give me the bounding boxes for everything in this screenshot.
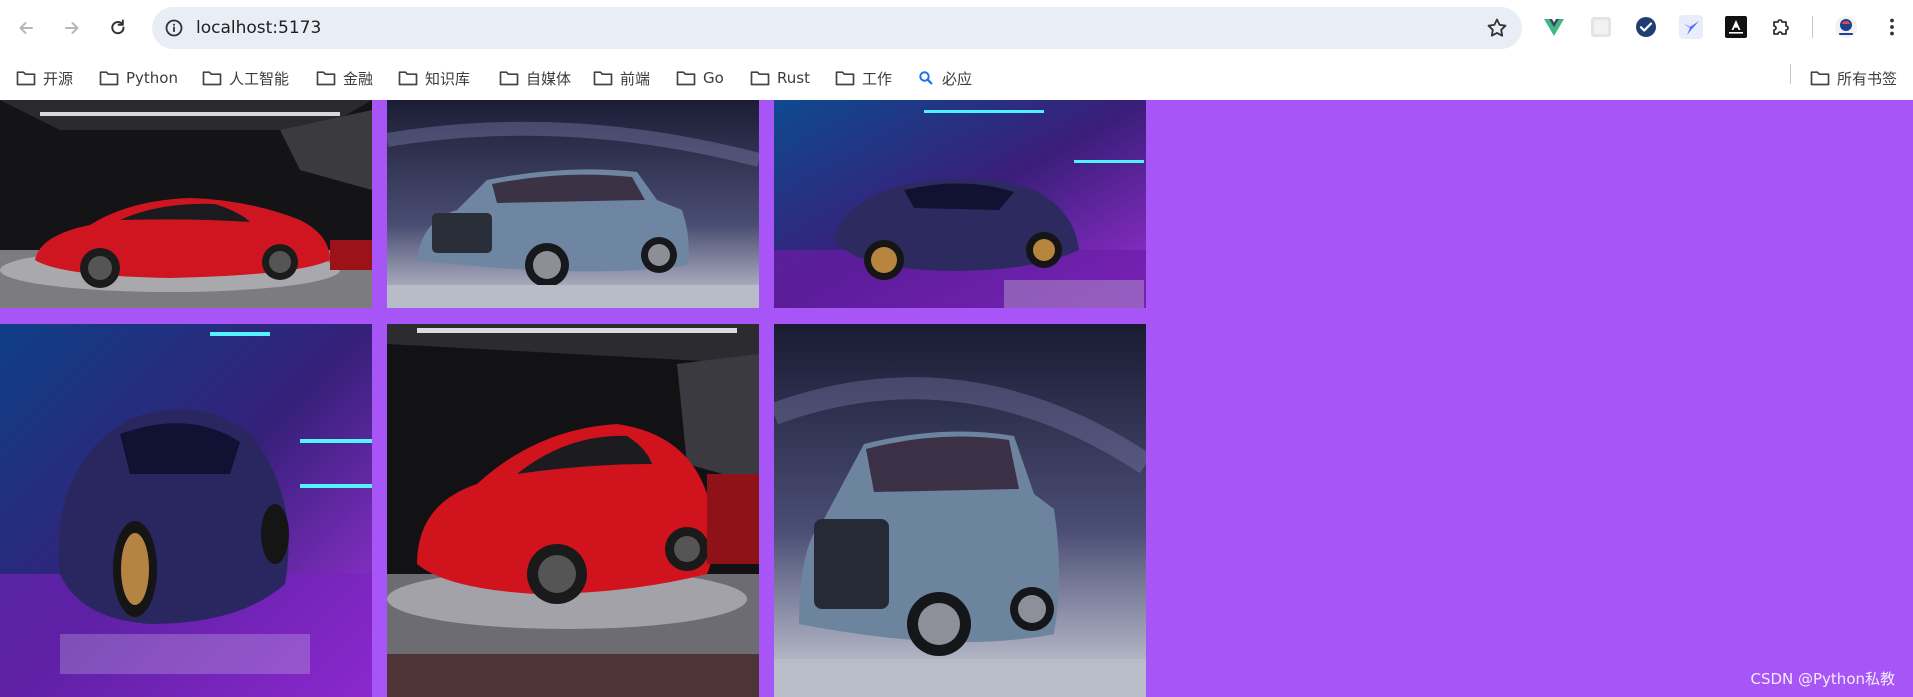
info-icon bbox=[165, 19, 183, 37]
three-dots-icon bbox=[1890, 18, 1894, 36]
folder-icon bbox=[316, 71, 336, 86]
folder-icon bbox=[16, 71, 36, 86]
address-bar[interactable]: localhost:5173 bbox=[152, 7, 1522, 49]
bookmark-label: Go bbox=[703, 69, 724, 87]
bookmarks-divider bbox=[1790, 64, 1791, 84]
bookmark-label: Python bbox=[126, 69, 178, 87]
folder-icon bbox=[202, 71, 222, 86]
puzzle-icon[interactable] bbox=[1769, 15, 1793, 39]
folder-icon bbox=[593, 71, 613, 86]
all-bookmarks-button[interactable]: 所有书签 bbox=[1810, 64, 1897, 92]
folder-icon bbox=[499, 71, 519, 86]
folder-icon bbox=[835, 71, 855, 86]
bookmark-folder[interactable]: 开源 bbox=[16, 64, 73, 92]
gallery-image-purple-hypercar[interactable] bbox=[0, 324, 372, 697]
ajax-extension-icon[interactable] bbox=[1724, 15, 1748, 39]
bookmark-folder[interactable]: 知识库 bbox=[398, 64, 470, 92]
gallery-image-blue-suv[interactable] bbox=[387, 100, 759, 308]
search-icon bbox=[919, 71, 933, 85]
browser-toolbar: localhost:5173 bbox=[0, 0, 1913, 56]
bookmark-star-button[interactable] bbox=[1484, 15, 1510, 41]
bird-extension-icon[interactable] bbox=[1679, 15, 1703, 39]
gallery-image-red-sports-car[interactable] bbox=[387, 324, 759, 697]
folder-icon bbox=[398, 71, 418, 86]
bookmarks-bar: 开源 Python 人工智能 金融 知识库 自媒体 前端 Go Rust 工作 … bbox=[0, 56, 1913, 100]
watermark-text: CSDN @Python私教 bbox=[1750, 670, 1895, 688]
all-bookmarks-label: 所有书签 bbox=[1837, 69, 1898, 88]
arrow-left-icon bbox=[19, 22, 33, 34]
bookmark-label: 工作 bbox=[862, 69, 893, 88]
back-button[interactable] bbox=[10, 12, 42, 44]
bookmark-folder[interactable]: 前端 bbox=[593, 64, 650, 92]
browser-menu-button[interactable] bbox=[1880, 15, 1904, 39]
bookmark-label: Rust bbox=[777, 69, 810, 87]
page-content: CSDN @Python私教 bbox=[0, 100, 1913, 697]
forward-button[interactable] bbox=[56, 12, 88, 44]
gallery-image-red-sports-car[interactable] bbox=[0, 100, 372, 308]
profile-avatar[interactable] bbox=[1834, 15, 1858, 39]
folder-icon bbox=[750, 71, 770, 86]
vue-devtools-icon[interactable] bbox=[1542, 15, 1566, 39]
bookmark-label: 前端 bbox=[620, 69, 651, 88]
star-icon bbox=[1487, 18, 1507, 37]
reload-icon bbox=[111, 19, 125, 35]
bookmark-label: 知识库 bbox=[425, 69, 471, 88]
site-info-button[interactable] bbox=[160, 14, 188, 42]
check-extension-icon[interactable] bbox=[1634, 15, 1658, 39]
bookmark-label: 必应 bbox=[942, 69, 973, 88]
reload-button[interactable] bbox=[102, 12, 134, 44]
bookmark-folder[interactable]: 自媒体 bbox=[499, 64, 571, 92]
bookmark-label: 自媒体 bbox=[526, 69, 572, 88]
bookmark-link[interactable]: 必应 bbox=[917, 64, 972, 92]
toolbar-divider bbox=[1812, 16, 1813, 38]
folder-icon bbox=[99, 71, 119, 86]
folder-icon bbox=[676, 71, 696, 86]
gallery-image-blue-suv[interactable] bbox=[774, 324, 1146, 697]
blank-extension-icon[interactable] bbox=[1589, 15, 1613, 39]
bookmark-folder[interactable]: 人工智能 bbox=[202, 64, 289, 92]
folder-icon bbox=[1810, 71, 1830, 86]
bookmark-label: 金融 bbox=[343, 69, 374, 88]
bookmark-folder[interactable]: 工作 bbox=[835, 64, 892, 92]
arrow-right-icon bbox=[65, 22, 79, 34]
bookmark-label: 开源 bbox=[43, 69, 74, 88]
bookmark-folder[interactable]: Rust bbox=[750, 64, 810, 92]
gallery-image-purple-hypercar[interactable] bbox=[774, 100, 1146, 308]
bookmark-folder[interactable]: 金融 bbox=[316, 64, 373, 92]
bookmark-label: 人工智能 bbox=[229, 69, 290, 88]
url-text[interactable]: localhost:5173 bbox=[196, 18, 321, 38]
bookmark-folder[interactable]: Python bbox=[99, 64, 178, 92]
bookmark-folder[interactable]: Go bbox=[676, 64, 724, 92]
